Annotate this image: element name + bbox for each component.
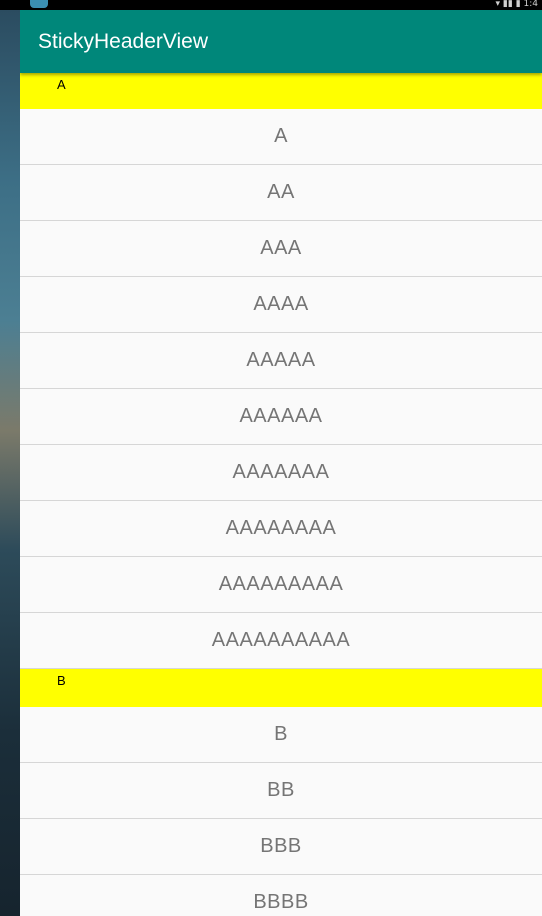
list-item-label: AAA (260, 237, 302, 259)
list-item-label: AA (267, 181, 295, 203)
section-header-label: A (57, 77, 66, 92)
list-item-label: AAAA (253, 293, 309, 315)
list-item[interactable]: BB (20, 763, 542, 819)
list-item[interactable]: AAAAA (20, 333, 542, 389)
list-item[interactable]: AAAAAAAAAA (20, 613, 542, 669)
list-item-label: BB (267, 779, 295, 801)
app-window: StickyHeaderView A A AA AAA AAAA AAAAA A… (20, 10, 542, 916)
list-item[interactable]: AAAAAAA (20, 445, 542, 501)
status-bar: ▾ ▮▮ ▮ 1:4 (0, 0, 542, 10)
section-header-b: B (20, 669, 542, 707)
list-item[interactable]: AA (20, 165, 542, 221)
list-item[interactable]: AAAA (20, 277, 542, 333)
list-item-label: AAAAAAAA (225, 517, 337, 539)
list-item[interactable]: BBBB (20, 875, 542, 916)
list-item[interactable]: AAAAAA (20, 389, 542, 445)
list-item-label: BBB (260, 835, 302, 857)
section-header-a: A (20, 73, 542, 109)
app-bar: StickyHeaderView (20, 10, 542, 73)
list-item[interactable]: AAAAAAAA (20, 501, 542, 557)
list-item-label: B (274, 723, 288, 745)
list-item-label: AAAAAAAAAA (211, 629, 351, 651)
home-wallpaper (0, 0, 20, 916)
list-item-label: AAAAAA (239, 405, 323, 427)
list-item[interactable]: AAA (20, 221, 542, 277)
list-item-label: AAAAA (246, 349, 316, 371)
list-item[interactable]: A (20, 109, 542, 165)
status-indicators: ▾ ▮▮ ▮ 1:4 (495, 0, 538, 9)
list-item-label: AAAAAAAAA (218, 573, 344, 595)
app-title: StickyHeaderView (38, 30, 209, 53)
sticky-header-list[interactable]: A A AA AAA AAAA AAAAA AAAAAA AAAAAAA AAA… (20, 73, 542, 916)
list-item[interactable]: B (20, 707, 542, 763)
list-item[interactable]: BBB (20, 819, 542, 875)
list-item-label: BBBB (253, 891, 309, 913)
list-item-label: A (274, 125, 288, 147)
section-header-label: B (57, 673, 66, 688)
notification-app-icon (30, 0, 48, 8)
list-item[interactable]: AAAAAAAAA (20, 557, 542, 613)
list-item-label: AAAAAAA (232, 461, 330, 483)
